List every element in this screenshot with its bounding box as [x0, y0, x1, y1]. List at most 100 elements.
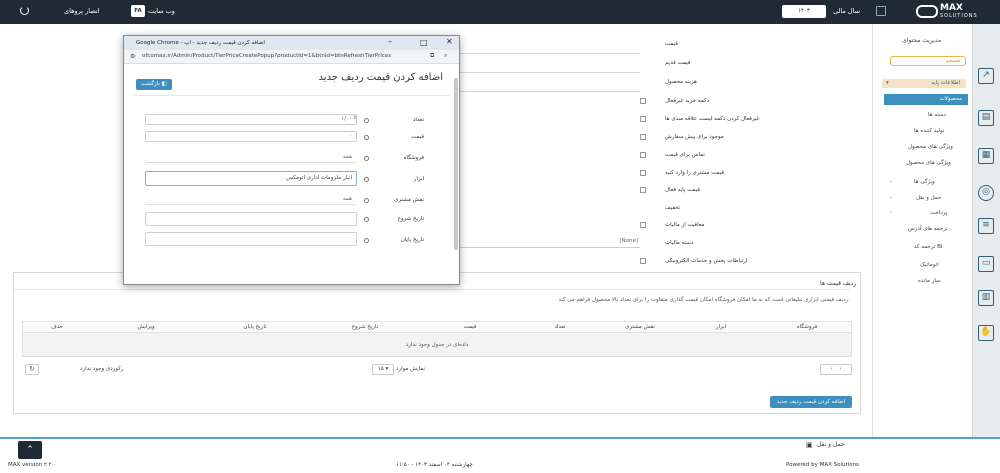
chart-icon[interactable]: ↗ — [978, 68, 994, 84]
field-cost-label: هزینه محصول — [665, 79, 697, 85]
language-badge[interactable]: FA — [131, 5, 145, 17]
base-price-checkbox[interactable] — [640, 187, 646, 193]
field-customer-enters-price-label: قیمت مشتری را وارد کنید — [665, 170, 725, 176]
electronic-services-checkbox[interactable] — [640, 258, 646, 264]
old-price-input-line[interactable] — [460, 72, 640, 73]
scroll-top-button[interactable]: ⌃ — [18, 441, 42, 459]
website-link[interactable]: وب سایت — [148, 7, 175, 15]
close-icon[interactable]: ✕ — [446, 37, 453, 46]
customer-role-value: همه — [342, 196, 352, 202]
sidebar-item-attributes[interactable]: ویژگی های محصول — [908, 144, 953, 150]
popup-heading: اضافه کردن قیمت ردیف جدید — [318, 72, 443, 83]
sidebar-item-features[interactable]: ویژگی ها — [914, 179, 935, 185]
logo-mark-icon — [916, 5, 938, 18]
handshake-icon[interactable]: ✋ — [978, 325, 994, 341]
monitor-icon[interactable]: ▭ — [978, 256, 994, 272]
start-date-input[interactable] — [145, 212, 357, 226]
end-date-help-icon — [364, 238, 369, 243]
sidebar-search[interactable]: جستجو — [890, 56, 966, 66]
share-icon[interactable]: ⧉ — [430, 52, 434, 60]
col-price[interactable]: قیمت — [420, 321, 520, 333]
warehouse-value: انبار ملزومات اداری اتومکس — [286, 175, 352, 181]
field-tax-exempt-label: معافیت از مالیات — [665, 222, 705, 228]
minimize-icon[interactable]: – — [388, 37, 392, 46]
pagination-control[interactable]: ‹ › — [820, 364, 852, 375]
store-select[interactable]: همه — [145, 152, 357, 163]
popup-url-bar[interactable]: ⚙ ofcomax.ir/Admin/Product/TierPriceCrea… — [124, 50, 459, 64]
truck-icon: ▣ — [806, 441, 813, 449]
popup-scrollbar[interactable] — [454, 78, 458, 250]
sidebar-item-automation[interactable]: اتوماتیک — [920, 262, 939, 268]
col-start-date[interactable]: تاریخ شروع — [310, 321, 420, 333]
quantity-help-icon — [364, 118, 369, 123]
field-disable-wishlist-label: غیرفعال کردن دکمه لیست علاقه مندی ها — [665, 116, 760, 122]
add-tier-price-button[interactable]: اضافه کردن قیمت ردیف جدید — [770, 396, 852, 408]
start-date-help-icon — [364, 217, 369, 222]
building-icon[interactable]: ▦ — [978, 148, 994, 164]
popup-back-button[interactable]: بازگشت ◧ — [136, 79, 172, 90]
field-discount-label: تخفیف — [665, 205, 681, 211]
col-quantity[interactable]: تعداد — [520, 321, 600, 333]
sidebar-item-other[interactable]: ساز مانده — [918, 278, 941, 284]
sidebar-item-shipping[interactable]: حمل و نقل — [916, 195, 941, 201]
price-input[interactable]: ۰ — [145, 131, 357, 142]
field-disable-buy-label: دکمه خرید غیرفعال — [665, 98, 710, 104]
chart-board-icon[interactable]: ▥ — [978, 290, 994, 306]
search-icon[interactable]: ⌕ — [444, 52, 447, 60]
tax-exempt-checkbox[interactable] — [640, 222, 646, 228]
popup-url[interactable]: ofcomax.ir/Admin/Product/TierPriceCreate… — [142, 53, 412, 59]
clipboard-icon[interactable]: ≡ — [978, 218, 994, 234]
cost-input-line[interactable] — [460, 91, 640, 92]
start-date-label: تاریخ شروع — [397, 216, 424, 222]
globe-icon[interactable]: ◎ — [978, 185, 994, 201]
footer-version: MAX version ۲.۲.۰ — [8, 462, 57, 468]
preorder-checkbox[interactable] — [640, 134, 646, 140]
customer-role-select[interactable]: همه — [145, 194, 357, 205]
col-end-date[interactable]: تاریخ پایان — [200, 321, 310, 333]
quantity-label: تعداد — [412, 117, 424, 123]
field-old-price-label: قیمت قدیم — [665, 60, 691, 66]
popup-title-bar: Google Chrome - اضافه کردن قیمت ردیف جدی… — [124, 36, 459, 50]
store-label: فروشگاه — [403, 155, 424, 161]
col-delete[interactable]: حذف — [22, 321, 92, 333]
sidebar-item-bi[interactable]: ترجمه کد BI — [914, 244, 943, 250]
disable-buy-checkbox[interactable] — [640, 98, 646, 104]
sidebar-item-products[interactable]: محصولات — [884, 94, 968, 105]
window-toggle-icon[interactable] — [876, 6, 886, 16]
sidebar-item-address-translations[interactable]: ترجمه های آدرس — [908, 226, 948, 232]
power-icon[interactable] — [20, 6, 29, 15]
user-name[interactable]: انصار پروهای — [64, 7, 99, 15]
store-icon[interactable]: ▤ — [978, 110, 994, 126]
quantity-spinner-icon[interactable]: ⇕ — [353, 115, 357, 121]
tax-category-select[interactable]: [None] — [460, 236, 640, 248]
col-warehouse[interactable]: ابزار — [680, 321, 762, 333]
end-date-input[interactable] — [145, 232, 357, 246]
customer-price-checkbox[interactable] — [640, 170, 646, 176]
sidebar-section-basic[interactable]: اطلاعات پایه ▾ — [882, 79, 966, 88]
sidebar-item-attributes-2[interactable]: ویژگی های محصول — [906, 160, 951, 166]
store-value: همه — [342, 154, 352, 160]
page-size-select[interactable]: ۱۵ ▾ — [372, 364, 394, 375]
price-input-line[interactable] — [460, 53, 640, 54]
popup-back-label: بازگشت — [141, 81, 160, 87]
site-settings-icon[interactable]: ⚙ — [130, 53, 135, 60]
popup-window-title: Google Chrome - اضافه کردن قیمت ردیف جدی… — [136, 40, 265, 46]
sidebar-item-categories[interactable]: دسته ها — [928, 112, 946, 118]
col-store[interactable]: فروشگاه — [762, 321, 852, 333]
col-edit[interactable]: ویرایش — [92, 321, 200, 333]
sidebar-item-payment[interactable]: پرداخت — [930, 210, 947, 216]
sidebar-item-manufacturers[interactable]: تولید کننده ها — [914, 128, 944, 134]
page-size-value: ۱۵ — [377, 366, 384, 372]
maximize-icon[interactable]: □ — [420, 38, 428, 47]
price-label: قیمت — [411, 134, 424, 140]
fiscal-year-select[interactable]: ۱۴۰۳ — [782, 5, 826, 18]
col-customer-role[interactable]: نقش مشتری — [600, 321, 680, 333]
call-for-price-checkbox[interactable] — [640, 152, 646, 158]
refresh-icon[interactable]: ↻ — [25, 364, 39, 375]
store-help-icon — [364, 156, 369, 161]
warehouse-select[interactable]: انبار ملزومات اداری اتومکس — [145, 171, 357, 186]
disable-wishlist-checkbox[interactable] — [640, 116, 646, 122]
quantity-input[interactable]: ۱/۰۰ ⇕ — [145, 114, 357, 125]
field-call-for-price-label: تماس برای قیمت — [665, 152, 705, 158]
price-help-icon — [364, 135, 369, 140]
